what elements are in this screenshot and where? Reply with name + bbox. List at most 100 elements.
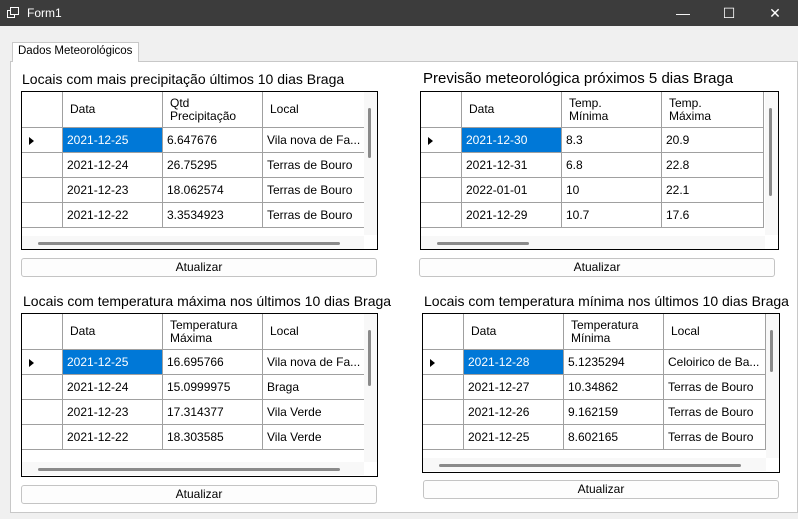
table-cell[interactable]: 10 [562,178,662,203]
row-header[interactable] [421,203,462,228]
table-cell[interactable]: 2021-12-23 [63,400,163,425]
table-cell[interactable]: 9.162159 [564,400,664,425]
table-cell[interactable]: 26.75295 [163,153,263,178]
row-header[interactable] [22,128,63,153]
vertical-scrollbar[interactable] [765,92,778,235]
tmin-grid[interactable]: Data Temperatura Mínima Local 2021-12-28 5.1… [422,313,780,473]
column-header[interactable]: Temp. Máxima [662,92,764,128]
table-cell[interactable]: 10.34862 [564,375,664,400]
table-cell[interactable]: 2021-12-30 [462,128,562,153]
table-cell[interactable]: 18.303585 [163,425,263,450]
table-cell[interactable]: 2021-12-25 [464,425,564,450]
table-cell[interactable]: Vila Verde [263,425,365,450]
table-cell[interactable]: 15.0999975 [163,375,263,400]
vertical-scrollbar[interactable] [364,92,377,235]
table-cell[interactable]: 18.062574 [163,178,263,203]
row-header[interactable] [423,425,464,450]
table-cell[interactable]: 3.3534923 [163,203,263,228]
row-header[interactable] [22,178,63,203]
table-cell[interactable]: 2021-12-24 [63,153,163,178]
table-cell[interactable]: 2021-12-23 [63,178,163,203]
horizontal-scroll-thumb[interactable] [38,242,340,245]
table-cell[interactable]: 22.1 [662,178,764,203]
table-cell[interactable]: 2021-12-27 [464,375,564,400]
table-cell[interactable]: 2021-12-31 [462,153,562,178]
minimize-button[interactable]: — [660,0,706,26]
vertical-scroll-thumb[interactable] [368,330,371,386]
row-header[interactable] [421,178,462,203]
row-header[interactable] [22,153,63,178]
table-cell[interactable]: 2021-12-29 [462,203,562,228]
row-header[interactable] [423,350,464,375]
table-cell[interactable]: 2021-12-25 [63,350,163,375]
column-header[interactable]: Data [464,314,564,350]
row-header[interactable] [22,203,63,228]
table-cell[interactable]: Braga [263,375,365,400]
forecast-grid[interactable]: Data Temp. Mínima Temp. Máxima 2021-12-30 8.… [420,91,779,250]
column-header[interactable]: Temp. Mínima [562,92,662,128]
table-cell[interactable]: 17.314377 [163,400,263,425]
table-cell[interactable]: 17.6 [662,203,764,228]
tmax-grid[interactable]: Data Temperatura Máxima Local 2021-12-25 16.… [21,313,378,477]
table-cell[interactable]: 6.647676 [163,128,263,153]
table-cell[interactable]: Vila nova de Fa... [263,350,365,375]
horizontal-scrollbar[interactable] [423,458,766,471]
horizontal-scrollbar[interactable] [22,462,364,475]
table-cell[interactable]: Vila Verde [263,400,365,425]
tab-dados-meteorologicos[interactable]: Dados Meteorológicos [12,42,140,62]
table-cell[interactable]: 8.602165 [564,425,664,450]
close-button[interactable]: ✕ [752,0,798,26]
row-header[interactable] [423,400,464,425]
table-cell[interactable]: 2021-12-25 [63,128,163,153]
tmin-refresh-button[interactable]: Atualizar [423,480,779,499]
horizontal-scrollbar[interactable] [421,236,765,249]
column-header[interactable]: Data [462,92,562,128]
table-cell[interactable]: Celoirico de Ba... [664,350,766,375]
horizontal-scrollbar[interactable] [22,236,364,249]
table-cell[interactable]: 20.9 [662,128,764,153]
table-cell[interactable]: Terras de Bouro [263,153,365,178]
column-header[interactable]: Qtd Precipitação [163,92,263,128]
table-cell[interactable]: Terras de Bouro [263,203,365,228]
table-cell[interactable]: 2021-12-24 [63,375,163,400]
row-header[interactable] [421,128,462,153]
column-header[interactable]: Temperatura Máxima [163,314,263,350]
row-header[interactable] [423,375,464,400]
table-cell[interactable]: 2021-12-22 [63,425,163,450]
horizontal-scroll-thumb[interactable] [38,468,340,471]
forecast-refresh-button[interactable]: Atualizar [419,258,775,277]
table-cell[interactable]: Vila nova de Fa... [263,128,365,153]
column-header[interactable]: Temperatura Mínima [564,314,664,350]
table-cell[interactable]: 8.3 [562,128,662,153]
vertical-scroll-thumb[interactable] [368,108,371,158]
precip-refresh-button[interactable]: Atualizar [21,258,377,277]
column-header[interactable]: Local [263,92,365,128]
column-header[interactable]: Data [63,314,163,350]
table-cell[interactable]: 10.7 [562,203,662,228]
table-cell[interactable]: Terras de Bouro [664,375,766,400]
row-header[interactable] [421,153,462,178]
table-cell[interactable]: 22.8 [662,153,764,178]
column-header[interactable]: Local [664,314,766,350]
vertical-scroll-thumb[interactable] [770,330,773,372]
table-cell[interactable]: 2022-01-01 [462,178,562,203]
row-header[interactable] [22,425,63,450]
horizontal-scroll-thumb[interactable] [437,242,529,245]
maximize-button[interactable]: ☐ [706,0,752,26]
vertical-scroll-thumb[interactable] [769,108,772,196]
table-cell[interactable]: Terras de Bouro [664,400,766,425]
column-header[interactable]: Data [63,92,163,128]
table-cell[interactable]: 16.695766 [163,350,263,375]
table-cell[interactable]: Terras de Bouro [664,425,766,450]
table-cell[interactable]: 2021-12-26 [464,400,564,425]
vertical-scrollbar[interactable] [364,314,377,462]
row-header[interactable] [22,400,63,425]
row-header[interactable] [22,375,63,400]
tmax-refresh-button[interactable]: Atualizar [21,485,377,504]
row-header[interactable] [22,350,63,375]
horizontal-scroll-thumb[interactable] [439,464,741,467]
column-header[interactable]: Local [263,314,365,350]
table-cell[interactable]: 5.1235294 [564,350,664,375]
table-cell[interactable]: 6.8 [562,153,662,178]
vertical-scrollbar[interactable] [766,314,779,458]
